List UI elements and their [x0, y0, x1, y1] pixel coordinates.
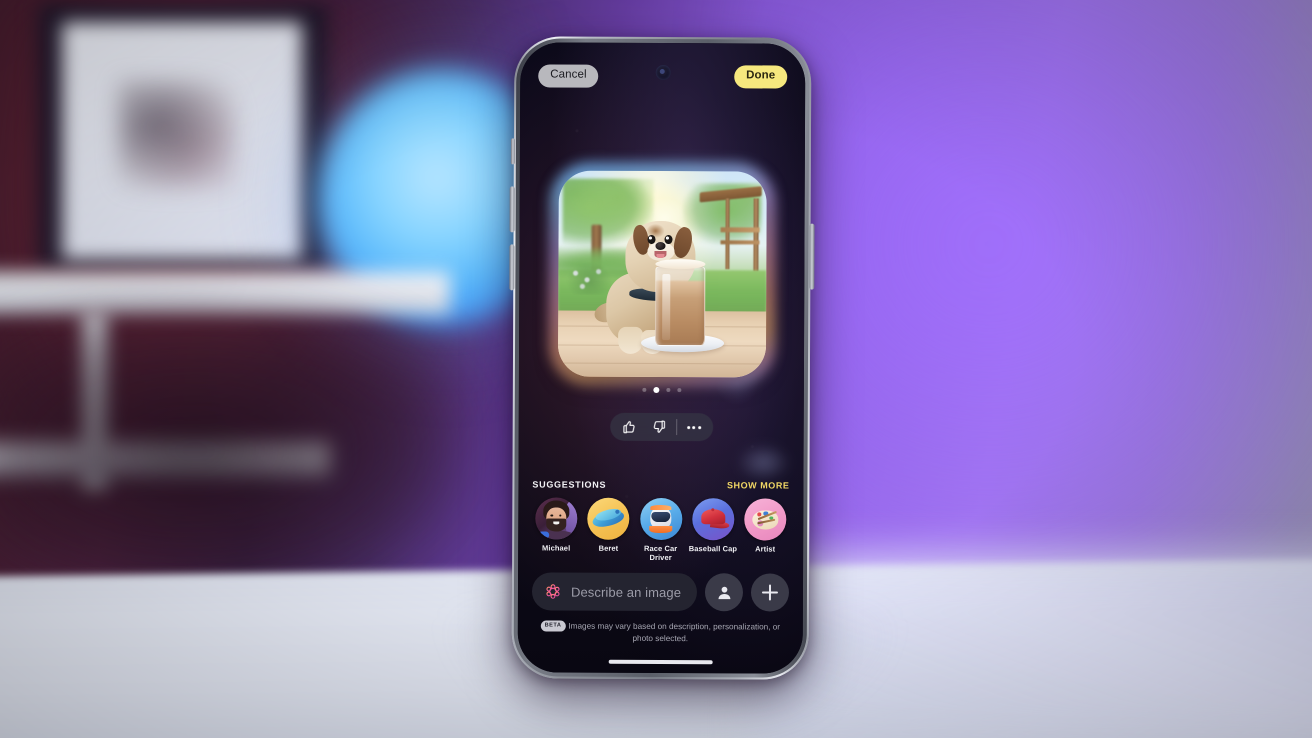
toolbar-divider [675, 419, 677, 436]
cancel-button[interactable]: Cancel [538, 64, 599, 88]
image-playground-ui: Cancel Done SUGGESTIONS SHOW MORE Michae… [518, 42, 806, 673]
suggestion-item-baseball-cap[interactable]: Baseball Cap [687, 498, 739, 554]
page-dot-active[interactable] [652, 386, 659, 393]
michael-avatar [535, 497, 578, 540]
power-button[interactable] [809, 223, 815, 290]
pergola-post-1 [724, 198, 730, 270]
ellipsis-icon [686, 425, 701, 429]
volume-up-button[interactable] [509, 186, 515, 233]
beta-disclaimer: BETA Images may vary based on description… [534, 620, 787, 645]
dog-tongue [656, 253, 665, 258]
more-options-button[interactable] [679, 413, 709, 441]
input-placeholder-text: Describe an image [570, 584, 682, 600]
page-dot[interactable] [665, 388, 670, 393]
suggestion-label: Michael [542, 543, 571, 553]
dog-ear-right [670, 225, 695, 260]
composer-row: Describe an image [531, 572, 790, 612]
image-glass-highlight [661, 274, 671, 340]
suggestion-label: Artist [755, 544, 776, 554]
suggestion-label: Beret [598, 543, 619, 553]
plus-icon [761, 584, 778, 601]
disclaimer-text: Images may vary based on description, pe… [568, 621, 781, 644]
generated-image-card-wrapper [550, 163, 774, 385]
thumbs-down-button[interactable] [644, 413, 674, 441]
page-dot[interactable] [641, 387, 646, 392]
suggestion-label: Baseball Cap [688, 544, 738, 554]
baseball-cap-icon [691, 498, 735, 541]
page-dot[interactable] [676, 388, 681, 393]
beta-badge: BETA [540, 620, 566, 632]
add-person-button[interactable] [704, 573, 744, 612]
describe-image-input[interactable]: Describe an image [531, 572, 698, 612]
pergola-post-2 [753, 198, 759, 272]
show-more-button[interactable]: SHOW MORE [727, 480, 789, 490]
done-button[interactable]: Done [734, 65, 788, 89]
device-screen: Cancel Done SUGGESTIONS SHOW MORE Michae… [517, 42, 806, 674]
volume-down-button[interactable] [509, 244, 515, 291]
suggestion-label: Race Car Driver [643, 543, 678, 563]
carousel-page-dots[interactable] [641, 386, 681, 393]
suggestion-item-race-car-driver[interactable]: Race Car Driver [635, 497, 687, 563]
dog-leg-front-left [617, 326, 644, 355]
top-bar: Cancel Done [520, 64, 805, 89]
person-icon [718, 586, 730, 599]
thumbs-up-button[interactable] [614, 413, 644, 441]
suggestion-item-artist[interactable]: Artist [739, 498, 791, 554]
pergola-rail-1 [720, 227, 760, 233]
feedback-toolbar [609, 412, 713, 442]
suggestion-item-michael[interactable]: Michael [530, 497, 582, 553]
artist-palette-icon [744, 498, 787, 541]
generated-image-card[interactable] [557, 170, 767, 378]
beret-icon [587, 497, 630, 540]
home-indicator[interactable] [608, 659, 713, 665]
pergola-rail-2 [720, 240, 760, 245]
suggestions-row: Michael Beret Race Car Driver Baseball C… [530, 497, 791, 563]
dog-nose [655, 242, 666, 251]
mute-button[interactable] [510, 138, 515, 165]
suggestions-header: SUGGESTIONS SHOW MORE [532, 479, 789, 490]
iphone-device: Cancel Done SUGGESTIONS SHOW MORE Michae… [509, 36, 815, 680]
image-playground-icon [546, 584, 560, 599]
add-content-button[interactable] [750, 573, 790, 612]
suggestions-title: SUGGESTIONS [532, 479, 607, 490]
dog-eye-right [664, 235, 673, 245]
thumbs-up-icon [622, 421, 635, 434]
image-latte-foam [655, 258, 706, 270]
suggestion-item-beret[interactable]: Beret [582, 497, 634, 554]
thumbs-down-icon [653, 420, 665, 433]
race-helmet-icon [639, 497, 682, 541]
